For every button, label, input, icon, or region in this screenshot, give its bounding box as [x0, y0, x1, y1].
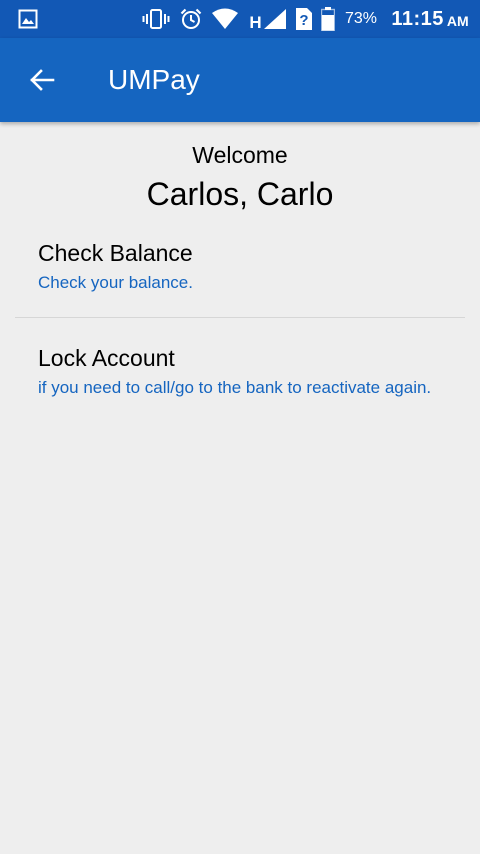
menu-divider — [15, 317, 465, 318]
sim-unknown-icon: ? — [292, 0, 316, 38]
svg-text:?: ? — [299, 12, 308, 29]
battery-icon — [318, 0, 338, 38]
welcome-label: Welcome — [192, 142, 288, 168]
check-balance-title: Check Balance — [38, 240, 193, 266]
lock-account-subtitle: if you need to call/go to the bank to re… — [38, 378, 432, 397]
lock-account-title: Lock Account — [38, 345, 175, 371]
check-balance-subtitle: Check your balance. — [38, 273, 193, 292]
alarm-icon — [178, 0, 204, 38]
signal-icon: H — [246, 0, 290, 38]
network-type-label: H — [249, 13, 262, 32]
user-name: Carlos, Carlo — [146, 176, 334, 212]
app-bar: UMPay — [0, 38, 480, 122]
app-title: UMPay — [108, 64, 200, 95]
back-button[interactable] — [20, 58, 64, 102]
welcome-block: Welcome Carlos, Carlo — [0, 140, 480, 216]
status-bar: H ? 73% 11:15 AM — [0, 0, 480, 38]
battery-percent: 73% — [344, 10, 378, 27]
wifi-icon — [210, 0, 240, 38]
lock-account-item[interactable]: Lock Account if you need to call/go to t… — [0, 342, 480, 432]
clock-time: 11:15 — [391, 7, 444, 30]
check-balance-item[interactable]: Check Balance Check your balance. — [0, 236, 480, 316]
clock-ampm: AM — [446, 13, 469, 29]
vibrate-icon — [142, 0, 170, 38]
clock: 11:15 AM — [388, 0, 472, 38]
gallery-icon — [16, 0, 40, 38]
arrow-back-icon — [30, 69, 55, 91]
